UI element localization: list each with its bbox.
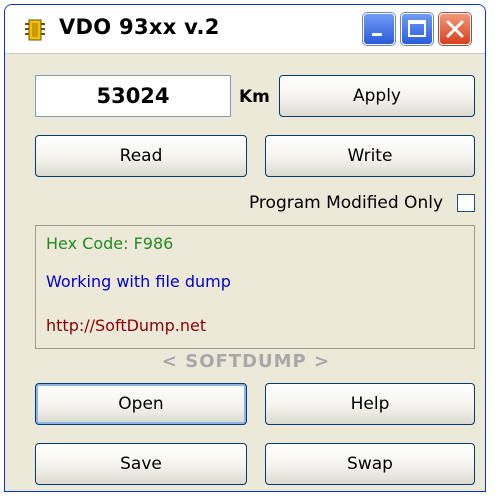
odometer-input[interactable] bbox=[35, 75, 231, 117]
maximize-button[interactable] bbox=[401, 13, 433, 45]
close-button[interactable] bbox=[439, 13, 471, 45]
apply-button[interactable]: Apply bbox=[279, 75, 475, 117]
brand-label: < SOFTDUMP > bbox=[161, 351, 331, 372]
minimize-icon bbox=[372, 33, 382, 36]
open-button[interactable]: Open bbox=[35, 383, 247, 425]
log-status: Working with file dump bbox=[46, 272, 231, 291]
log-hex-code: Hex Code: F986 bbox=[46, 234, 174, 253]
log-url: http://SoftDump.net bbox=[46, 316, 207, 335]
close-icon bbox=[446, 20, 464, 38]
program-modified-only-label: Program Modified Only bbox=[248, 193, 443, 213]
client-area: Km Apply Read Write Program Modified Onl… bbox=[17, 63, 475, 485]
write-button[interactable]: Write bbox=[265, 135, 475, 177]
minimize-button[interactable] bbox=[363, 13, 395, 45]
maximize-icon bbox=[408, 20, 426, 37]
app-window: VDO 93xx v.2 Km Apply Read Write Program… bbox=[4, 4, 486, 492]
save-button[interactable]: Save bbox=[35, 443, 247, 485]
log-panel: Hex Code: F986 Working with file dump ht… bbox=[35, 225, 475, 349]
swap-button[interactable]: Swap bbox=[265, 443, 475, 485]
window-title: VDO 93xx v.2 bbox=[59, 15, 220, 39]
read-button[interactable]: Read bbox=[35, 135, 247, 177]
title-bar[interactable]: VDO 93xx v.2 bbox=[5, 5, 485, 54]
chip-icon bbox=[25, 19, 45, 41]
program-modified-only-checkbox[interactable] bbox=[457, 194, 475, 212]
unit-label: Km bbox=[239, 87, 270, 107]
help-button[interactable]: Help bbox=[265, 383, 475, 425]
